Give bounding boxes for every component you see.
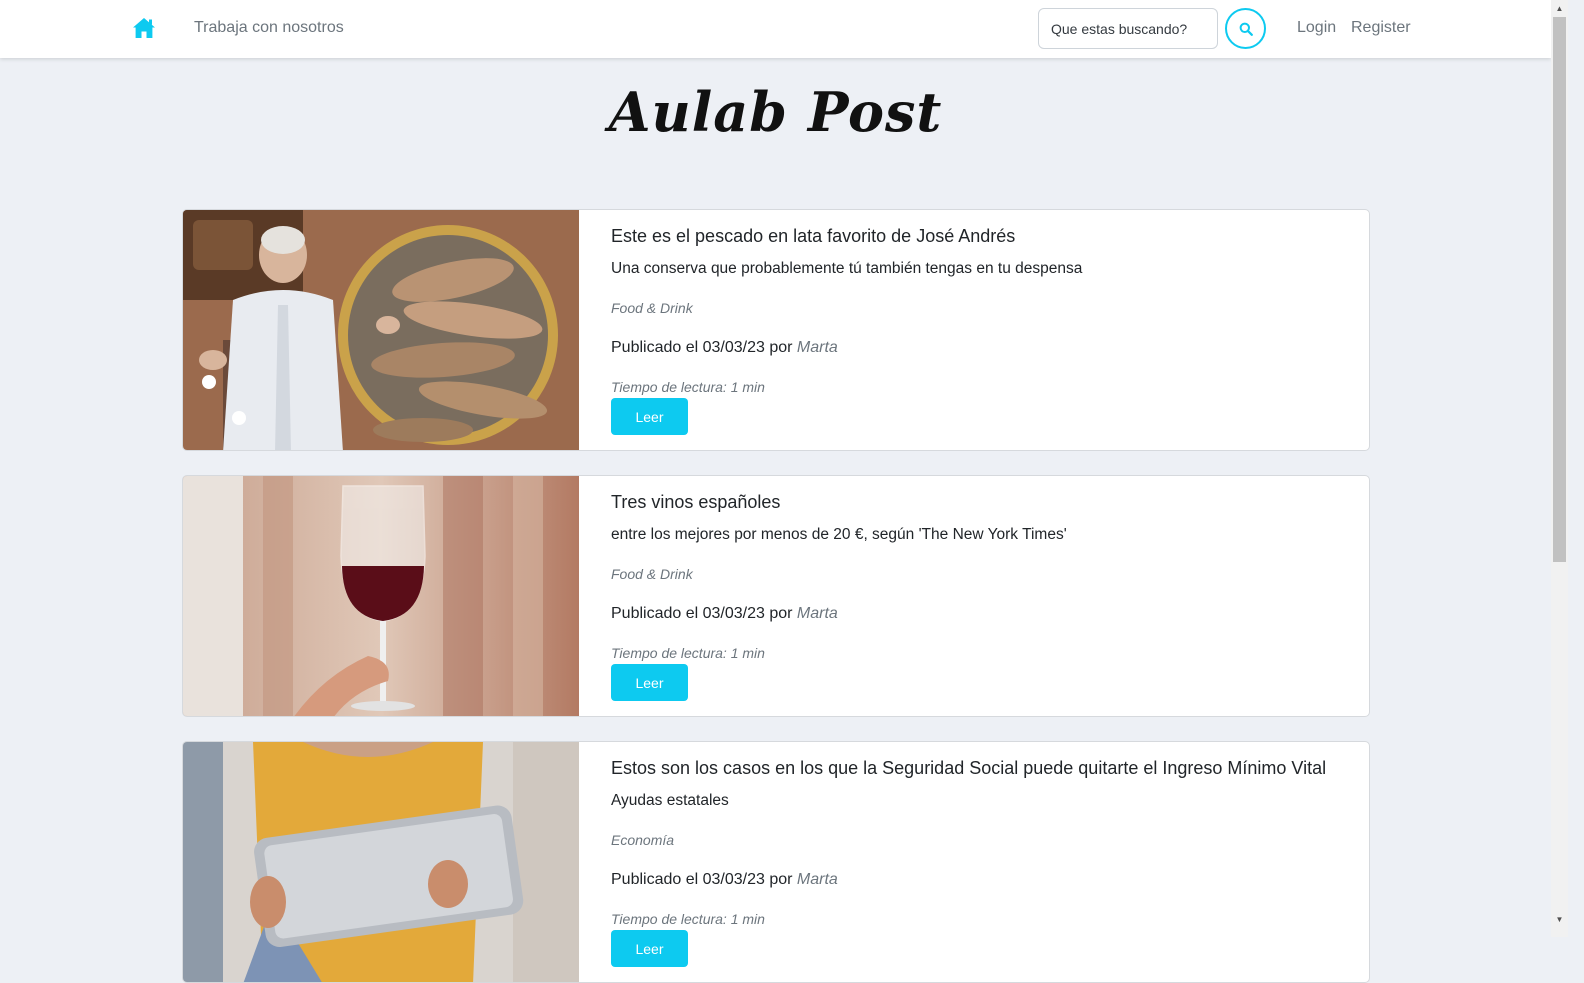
nav-link-register[interactable]: Register <box>1351 19 1411 37</box>
scroll-up-arrow-icon[interactable]: ▲ <box>1551 0 1568 17</box>
page-scrollbar[interactable]: ▲ ▼ <box>1551 0 1568 937</box>
article-image-wine-glass <box>183 476 579 716</box>
home-link[interactable] <box>132 17 156 39</box>
article-card-body: Tres vinos españoles entre los mejores p… <box>611 476 1369 716</box>
read-button[interactable]: Leer <box>611 664 688 701</box>
article-category[interactable]: Food & Drink <box>611 566 693 582</box>
search-input[interactable] <box>1038 8 1218 49</box>
article-card: Este es el pescado en lata favorito de J… <box>182 209 1370 451</box>
article-title[interactable]: Este es el pescado en lata favorito de J… <box>611 226 1015 247</box>
article-image-tablet <box>183 742 579 982</box>
article-title[interactable]: Estos son los casos en los que la Seguri… <box>611 758 1326 779</box>
article-meta: Publicado el 03/03/23 por Marta <box>611 605 838 623</box>
nav-link-login[interactable]: Login <box>1297 19 1336 37</box>
article-card: Estos son los casos en los que la Seguri… <box>182 741 1370 983</box>
published-text: Publicado el 03/03/23 por <box>611 605 793 622</box>
scroll-thumb[interactable] <box>1553 17 1566 562</box>
article-reading-time: Tiempo de lectura: 1 min <box>611 379 765 395</box>
article-reading-time: Tiempo de lectura: 1 min <box>611 911 765 927</box>
article-author[interactable]: Marta <box>797 605 838 622</box>
article-category[interactable]: Economía <box>611 832 674 848</box>
search-icon <box>1239 22 1253 36</box>
article-subtitle: Una conserva que probablemente tú tambié… <box>611 260 1083 277</box>
nav-link-work-with-us[interactable]: Trabaja con nosotros <box>194 19 344 37</box>
published-text: Publicado el 03/03/23 por <box>611 339 793 356</box>
article-reading-time: Tiempo de lectura: 1 min <box>611 645 765 661</box>
article-card-body: Estos son los casos en los que la Seguri… <box>611 742 1369 982</box>
article-category[interactable]: Food & Drink <box>611 300 693 316</box>
article-card-body: Este es el pescado en lata favorito de J… <box>611 210 1369 450</box>
read-button[interactable]: Leer <box>611 930 688 967</box>
article-card: Tres vinos españoles entre los mejores p… <box>182 475 1370 717</box>
article-image-canned-fish <box>183 210 579 450</box>
article-meta: Publicado el 03/03/23 por Marta <box>611 871 838 889</box>
article-subtitle: entre los mejores por menos de 20 €, seg… <box>611 526 1067 543</box>
page-title: Aulab Post <box>608 80 943 144</box>
article-meta: Publicado el 03/03/23 por Marta <box>611 339 838 357</box>
scroll-down-arrow-icon[interactable]: ▼ <box>1551 911 1568 928</box>
navbar: Trabaja con nosotros Login Register <box>0 0 1551 58</box>
read-button[interactable]: Leer <box>611 398 688 435</box>
search-button[interactable] <box>1225 8 1266 49</box>
published-text: Publicado el 03/03/23 por <box>611 871 793 888</box>
article-author[interactable]: Marta <box>797 339 838 356</box>
article-author[interactable]: Marta <box>797 871 838 888</box>
home-icon <box>133 18 155 38</box>
article-title[interactable]: Tres vinos españoles <box>611 492 780 513</box>
article-subtitle: Ayudas estatales <box>611 792 729 809</box>
